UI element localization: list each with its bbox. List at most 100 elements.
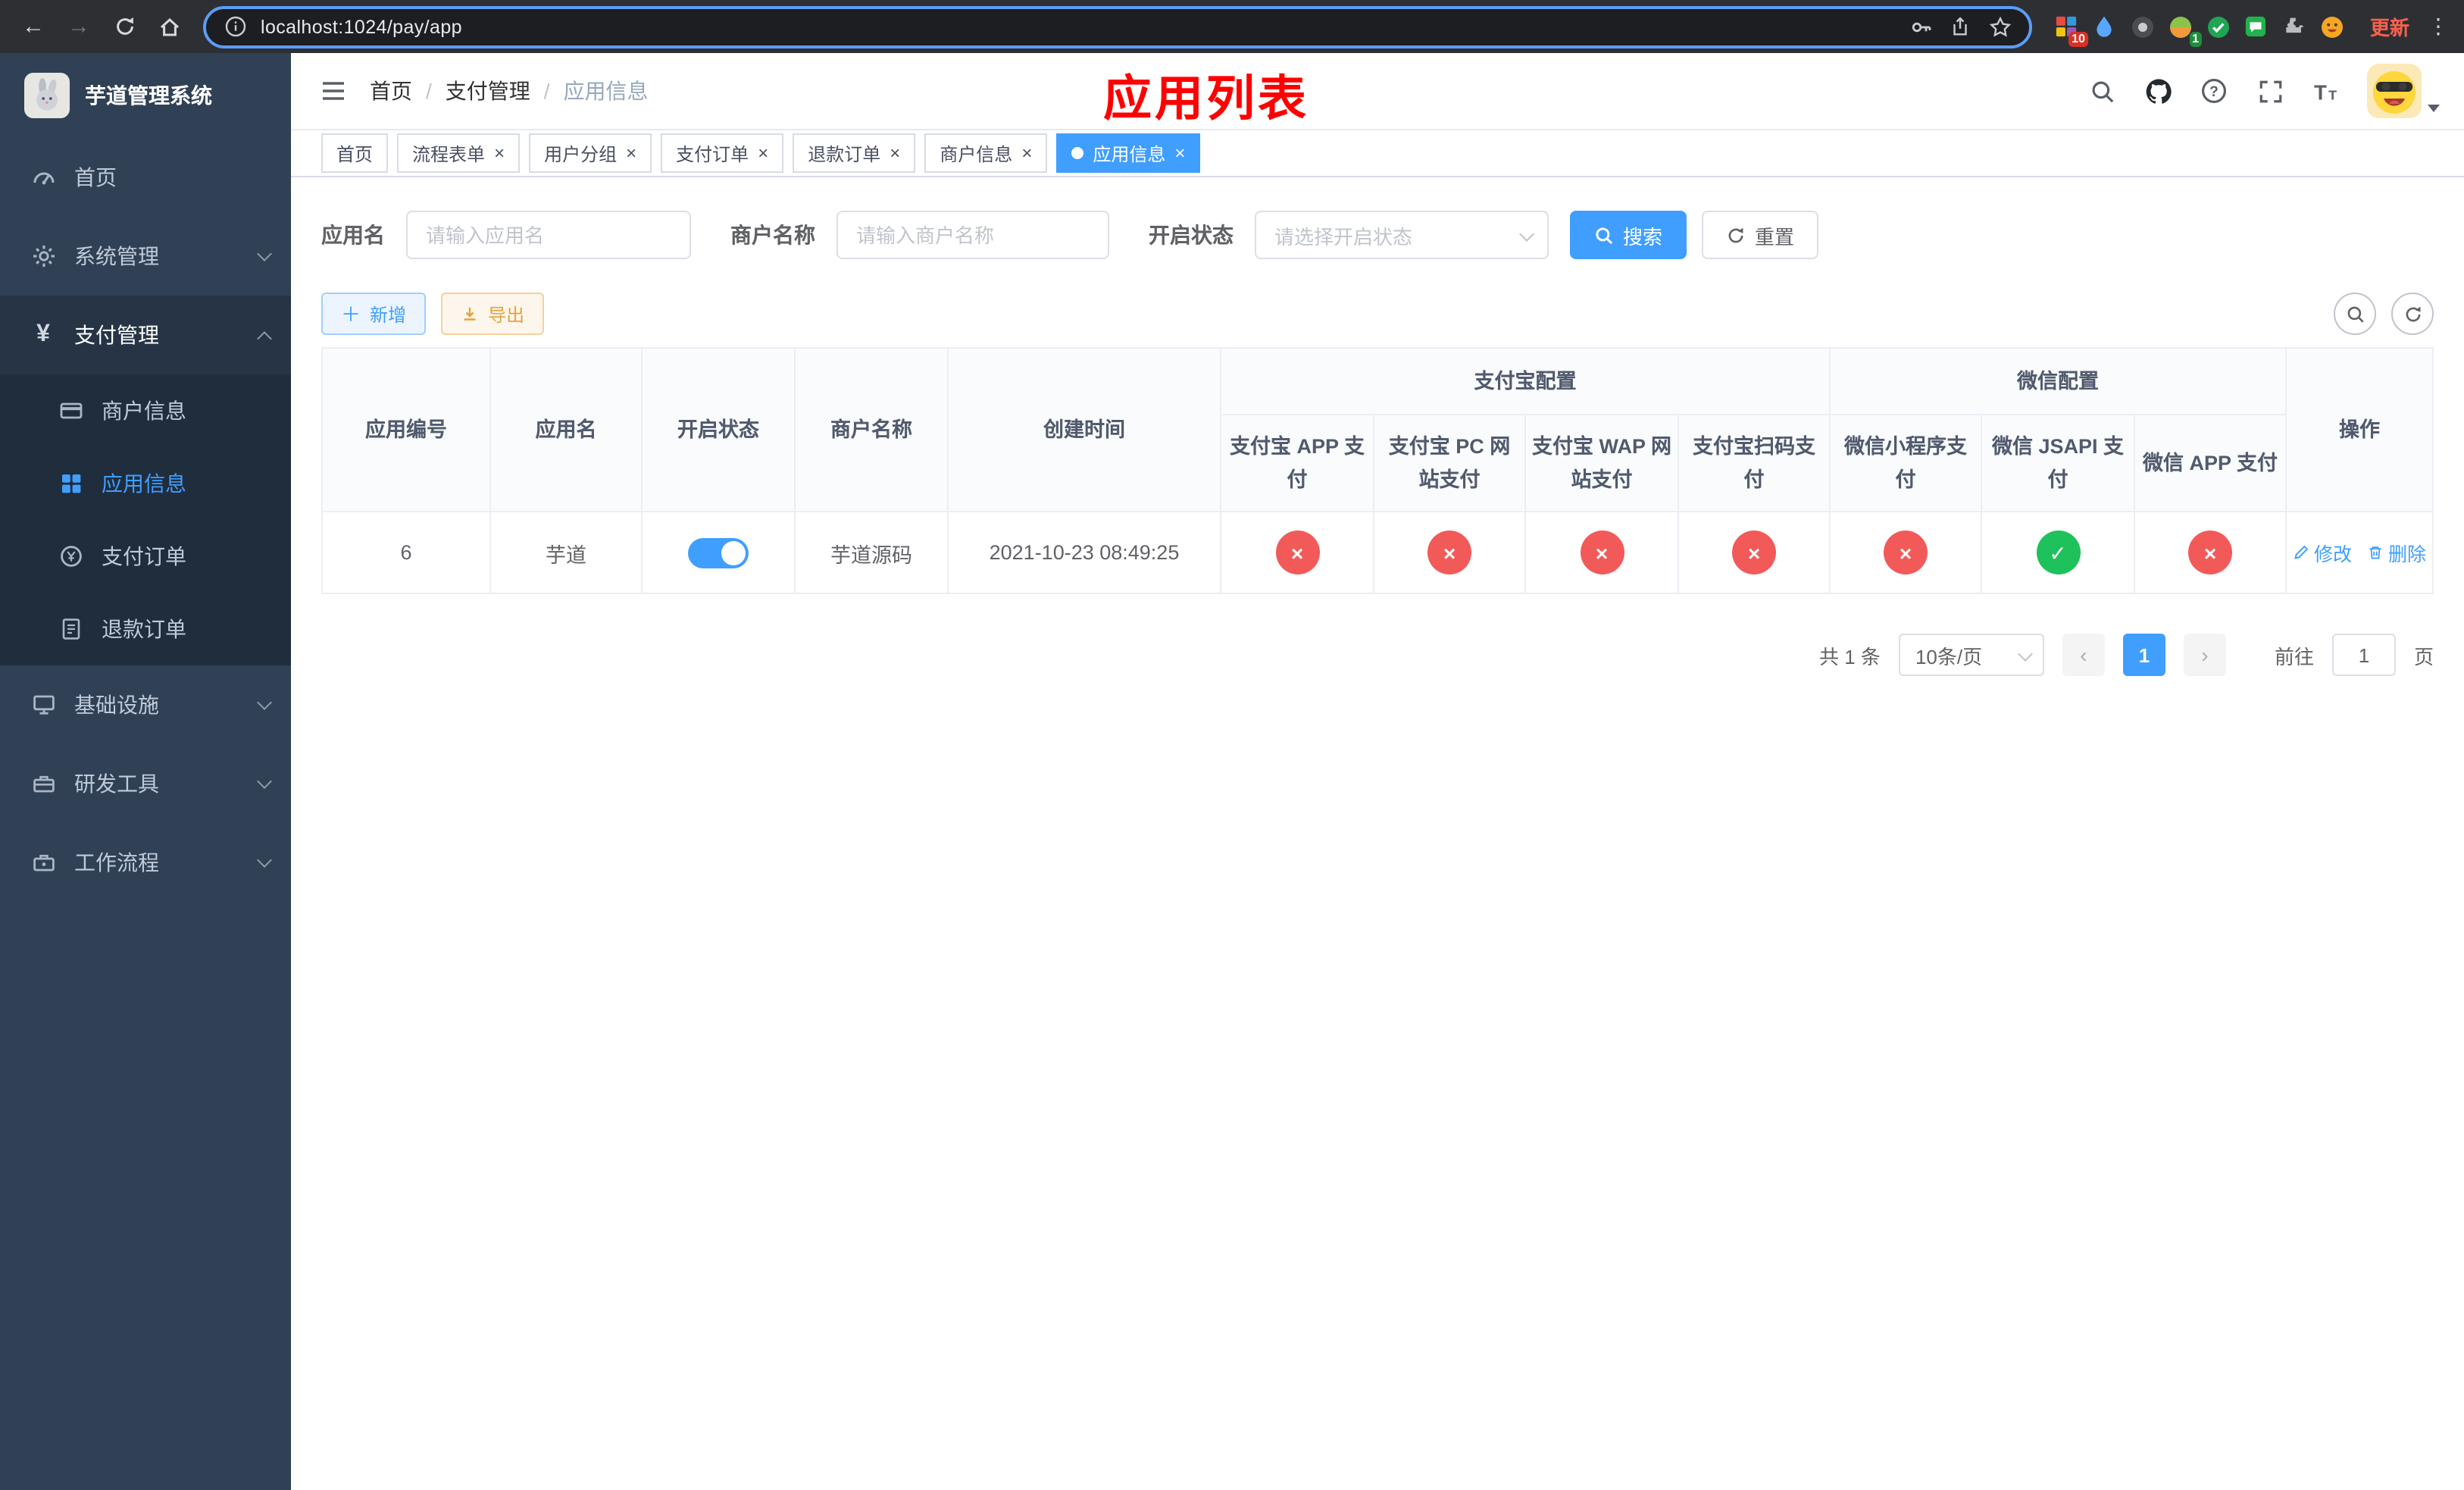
reload-icon[interactable] <box>103 5 145 48</box>
bookmark-star-icon[interactable] <box>1987 13 2014 40</box>
wx-jsapi-status-icon: ✓ <box>2036 531 2080 574</box>
extension-face-icon[interactable] <box>2319 13 2346 40</box>
sidebar-item-infra[interactable]: 基础设施 <box>0 665 291 744</box>
tab-close-icon[interactable]: × <box>1174 144 1185 162</box>
sidebar-item-refund-order[interactable]: 退款订单 <box>0 593 291 665</box>
tab-merchant-info[interactable]: 商户信息 × <box>924 133 1048 173</box>
sidebar-item-workflow[interactable]: 工作流程 <box>0 823 291 902</box>
password-key-icon[interactable] <box>1908 13 1935 40</box>
tab-close-icon[interactable]: × <box>1021 144 1032 162</box>
breadcrumb-home[interactable]: 首页 <box>370 76 412 106</box>
col-header-app-name: 应用名 <box>489 347 643 512</box>
tab-close-icon[interactable]: × <box>758 144 768 162</box>
browser-menu-icon[interactable]: ⋮ <box>2425 14 2452 39</box>
sidebar-item-label: 支付管理 <box>74 323 159 347</box>
toggle-search-button[interactable] <box>2334 293 2376 335</box>
breadcrumb-current: 应用信息 <box>563 79 649 103</box>
sidebar: 芋道管理系统 首页 系统管理 ¥ 支付管理 商户信息 应用信息 支付订单 退款订… <box>0 53 291 1490</box>
back-icon[interactable]: ← <box>12 5 55 48</box>
fullscreen-icon[interactable] <box>2255 76 2285 106</box>
col-header-alipay-wap: 支付宝 WAP 网站支付 <box>1524 414 1679 512</box>
add-button[interactable]: ＋ 新增 <box>321 293 427 335</box>
browser-update-button[interactable]: 更新 <box>2358 6 2422 47</box>
tab-pay-order[interactable]: 支付订单 × <box>661 133 784 173</box>
status-toggle[interactable] <box>688 537 749 568</box>
app-name-label: 应用名 <box>321 223 385 247</box>
sidebar-item-system[interactable]: 系统管理 <box>0 217 291 296</box>
sidebar-logo[interactable]: 芋道管理系统 <box>0 53 291 138</box>
document-icon <box>58 616 83 642</box>
reset-button[interactable]: 重置 <box>1702 211 1819 259</box>
puzzle-icon[interactable] <box>2281 13 2308 40</box>
refresh-button[interactable] <box>2391 293 2434 335</box>
sidebar-item-label: 商户信息 <box>102 399 186 423</box>
extension-grid-icon[interactable]: 10 <box>2053 13 2088 46</box>
export-button[interactable]: 导出 <box>441 293 545 335</box>
tab-close-icon[interactable]: × <box>890 144 900 162</box>
sidebar-item-devtools[interactable]: 研发工具 <box>0 744 291 823</box>
col-header-alipay-pc: 支付宝 PC 网站支付 <box>1373 414 1526 512</box>
sidebar-item-label: 支付订单 <box>102 544 186 568</box>
page-size-select[interactable]: 10条/页 <box>1898 634 2044 676</box>
goto-page-input[interactable] <box>2331 634 2396 676</box>
chevron-down-icon <box>257 853 272 868</box>
status-select[interactable]: 请选择开启状态 <box>1255 211 1549 259</box>
goto-label: 前往 <box>2274 645 2314 668</box>
tab-close-icon[interactable]: × <box>494 144 505 162</box>
active-tab-dot <box>1071 147 1084 159</box>
plus-icon: ＋ <box>341 302 361 325</box>
tab-refund-order[interactable]: 退款订单 × <box>793 133 916 173</box>
col-header-wx-app: 微信 APP 支付 <box>2134 414 2287 512</box>
extension-drop-icon[interactable] <box>2091 13 2118 40</box>
col-header-wx-mini: 微信小程序支付 <box>1829 414 1982 512</box>
sidebar-item-app-info[interactable]: 应用信息 <box>0 447 291 520</box>
delete-link[interactable]: 删除 <box>2367 538 2426 567</box>
tab-process-form[interactable]: 流程表单 × <box>397 133 521 173</box>
col-header-alipay-app: 支付宝 APP 支付 <box>1220 414 1374 512</box>
extension-avatar-icon[interactable]: 1 <box>2167 13 2202 46</box>
tab-user-group[interactable]: 用户分组 × <box>529 133 652 173</box>
github-icon[interactable] <box>2143 76 2173 106</box>
merchant-name-label: 商户名称 <box>730 223 815 247</box>
avatar-caret-icon[interactable] <box>2428 105 2440 112</box>
extension-dark-icon[interactable] <box>2129 13 2156 40</box>
help-icon[interactable]: ? <box>2199 76 2229 106</box>
site-info-icon[interactable] <box>221 13 249 40</box>
extension-chat-icon[interactable] <box>2243 13 2270 40</box>
extension-check-icon[interactable] <box>2205 13 2232 40</box>
extensions-area: 10 1 <box>2044 13 2355 46</box>
search-button[interactable]: 搜索 <box>1570 211 1687 259</box>
tags-view-bar: 首页 流程表单 × 用户分组 × 支付订单 × 退款订单 × 商户信息 × 应用… <box>291 130 2464 177</box>
home-icon[interactable] <box>149 5 191 48</box>
prev-page-button[interactable]: ‹ <box>2062 634 2105 676</box>
sidebar-item-pay-order[interactable]: 支付订单 <box>0 520 291 593</box>
payment-submenu: 商户信息 应用信息 支付订单 退款订单 <box>0 374 291 665</box>
edit-link[interactable]: 修改 <box>2293 538 2352 567</box>
address-bar[interactable]: localhost:1024/pay/app <box>203 5 2032 48</box>
merchant-name-input[interactable] <box>836 211 1109 259</box>
chevron-down-icon <box>257 774 272 789</box>
user-avatar[interactable] <box>2367 64 2422 118</box>
font-size-icon[interactable]: TT <box>2311 76 2341 106</box>
app-title: 芋道管理系统 <box>85 83 212 108</box>
chevron-down-icon <box>2018 646 2033 661</box>
sidebar-item-payment[interactable]: ¥ 支付管理 <box>0 296 291 374</box>
next-page-button[interactable]: › <box>2183 634 2226 676</box>
app-name-input[interactable] <box>406 211 691 259</box>
tab-home[interactable]: 首页 <box>321 133 389 173</box>
current-page-button[interactable]: 1 <box>2122 634 2165 676</box>
forward-icon[interactable]: → <box>58 5 100 48</box>
sidebar-item-merchant-info[interactable]: 商户信息 <box>0 374 291 447</box>
sidebar-item-home[interactable]: 首页 <box>0 138 291 217</box>
url-text[interactable]: localhost:1024/pay/app <box>261 16 462 37</box>
chevron-up-icon <box>257 330 272 346</box>
grid-icon <box>58 471 83 496</box>
hamburger-icon[interactable] <box>318 76 349 106</box>
breadcrumb-payment[interactable]: 支付管理 <box>446 76 530 106</box>
alipay-pc-status-icon: × <box>1427 531 1471 574</box>
tab-app-info[interactable]: 应用信息 × <box>1056 133 1201 173</box>
briefcase-icon <box>30 850 56 875</box>
header-search-icon[interactable] <box>2087 76 2117 106</box>
share-icon[interactable] <box>1947 13 1975 40</box>
tab-close-icon[interactable]: × <box>626 144 636 162</box>
